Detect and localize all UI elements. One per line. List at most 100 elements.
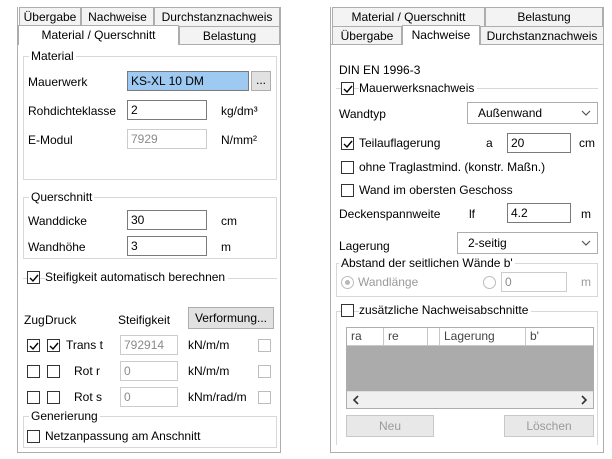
rots-value: 0: [120, 387, 178, 407]
tab-uebergabe[interactable]: Übergabe: [19, 7, 81, 26]
tab-durchstanznachweis[interactable]: Durchstanznachweis: [154, 7, 280, 26]
neu-button[interactable]: Neu: [346, 415, 434, 437]
checkmark-icon: [343, 85, 353, 94]
wandtyp-value: Außenwand: [478, 106, 543, 120]
checkmark-icon: [29, 342, 39, 351]
querschnitt-legend: Querschnitt: [29, 190, 95, 204]
wanddicke-input[interactable]: 30: [127, 210, 207, 230]
grid-header: ra re Lagerung b': [347, 328, 593, 346]
chevron-left-icon[interactable]: [351, 395, 361, 405]
teilauflagerung-checkbox[interactable]: [341, 137, 354, 150]
chevron-right-icon[interactable]: [579, 395, 589, 405]
rohdichte-unit: kg/dm³: [221, 104, 258, 118]
tab-nachweise[interactable]: Nachweise: [81, 7, 154, 26]
tab-material-querschnitt[interactable]: Material / Querschnitt: [18, 25, 179, 45]
emodul-label: E-Modul: [28, 133, 73, 147]
mauerwerksnachweis-checkbox[interactable]: [341, 82, 354, 95]
chevron-down-icon: [581, 110, 591, 116]
grid-header-ra[interactable]: ra: [347, 328, 384, 346]
wandtyp-dropdown[interactable]: Außenwand: [467, 102, 598, 124]
nachweisabschnitte-grid[interactable]: ra re Lagerung b': [346, 327, 594, 409]
grid-header-b[interactable]: b': [526, 328, 593, 346]
tab-baseline: [331, 44, 402, 45]
grid-header-re[interactable]: re: [384, 328, 428, 346]
rotr-label: Rot r: [74, 364, 101, 378]
tab-label: Übergabe: [23, 10, 77, 24]
tab-label: Durchstanznachweis: [161, 10, 273, 24]
header-steifigkeit: Steifigkeit: [118, 313, 171, 327]
grid-header-lagerung[interactable]: Lagerung: [440, 328, 526, 346]
right-dialog-panel: Material / Querschnitt Belastung Übergab…: [330, 7, 604, 453]
oberstes-geschoss-checkbox[interactable]: [341, 184, 354, 197]
deckenspannweite-label: Deckenspannweite: [339, 207, 441, 221]
netzanpassung-label: Netzanpassung am Anschnitt: [45, 429, 201, 443]
a-label: a: [486, 136, 493, 150]
a-input[interactable]: 20: [507, 133, 571, 153]
lagerung-value: 2-seitig: [468, 236, 507, 250]
tab-nachweise[interactable]: Nachweise: [402, 25, 480, 45]
zug-trans-checkbox[interactable]: [27, 339, 40, 352]
druck-rots-checkbox[interactable]: [47, 391, 60, 404]
rotr-unit: kN/m/m: [188, 364, 230, 378]
verformung-button[interactable]: Verformung...: [188, 307, 274, 329]
rohdichte-input[interactable]: 2: [127, 100, 207, 120]
mauerwerksnachweis-label: Mauerwerksnachweis: [359, 81, 478, 95]
wandtyp-label: Wandtyp: [339, 107, 386, 121]
trans-extra-checkbox[interactable]: [258, 339, 271, 352]
deckenspannweite-input[interactable]: 4.2: [507, 203, 571, 223]
tab-baseline: [480, 44, 604, 45]
lagerung-dropdown[interactable]: 2-seitig: [457, 232, 598, 254]
trans-unit: kN/m/m: [188, 338, 230, 352]
mauerwerk-label: Mauerwerk: [28, 75, 88, 89]
zusaetzlich-label: zusätzliche Nachweisabschnitte: [359, 303, 532, 317]
druck-trans-checkbox[interactable]: [47, 339, 60, 352]
emodul-unit: N/mm²: [221, 133, 257, 147]
zusaetzlich-checkbox[interactable]: [341, 304, 354, 317]
wandhoehe-input[interactable]: 3: [127, 236, 207, 256]
rohdichte-label: Rohdichteklasse: [28, 104, 117, 118]
rots-unit: kNm/rad/m: [188, 390, 247, 404]
header-druck: Druck: [45, 313, 77, 327]
zug-rots-checkbox[interactable]: [27, 391, 40, 404]
mauerwerk-browse-button[interactable]: ...: [251, 71, 271, 91]
tab-label: Belastung: [202, 29, 257, 43]
lf-label: lf: [469, 207, 475, 221]
tab-label: Nachweise: [411, 28, 471, 42]
tab-belastung[interactable]: Belastung: [485, 7, 603, 26]
tab-belastung[interactable]: Belastung: [179, 26, 280, 45]
wandhoehe-unit: m: [221, 240, 231, 254]
rots-extra-checkbox[interactable]: [258, 391, 271, 404]
teilauflagerung-label: Teilauflagerung: [359, 136, 441, 150]
tab-material-querschnitt[interactable]: Material / Querschnitt: [332, 7, 485, 26]
radio-dot: [345, 280, 350, 285]
netzanpassung-checkbox[interactable]: [27, 430, 40, 443]
rotr-value: 0: [120, 361, 178, 381]
abstand-value-radio[interactable]: [483, 276, 496, 289]
chevron-down-icon: [581, 240, 591, 246]
ohne-traglastmind-checkbox[interactable]: [341, 161, 354, 174]
tab-label: Übergabe: [340, 29, 394, 43]
tab-label: Material / Querschnitt: [41, 28, 156, 42]
grid-header-spacer: [428, 328, 440, 346]
emodul-input: 7929: [127, 129, 207, 149]
tab-uebergabe[interactable]: Übergabe: [332, 26, 402, 45]
tab-label: Nachweise: [88, 10, 147, 24]
steifigkeit-auto-checkbox[interactable]: [27, 271, 40, 284]
grid-horizontal-scrollbar[interactable]: [347, 391, 593, 408]
tab-label: Belastung: [517, 10, 571, 24]
deckenspannweite-unit: m: [581, 207, 591, 221]
rotr-extra-checkbox[interactable]: [258, 365, 271, 378]
druck-rotr-checkbox[interactable]: [47, 365, 60, 378]
tab-baseline: [179, 44, 281, 45]
generierung-legend: Generierung: [29, 409, 100, 423]
mauerwerk-input[interactable]: KS-XL 10 DM: [127, 71, 249, 91]
material-legend: Material: [29, 49, 76, 63]
wandhoehe-label: Wandhöhe: [28, 240, 86, 254]
wandlaenge-radio[interactable]: [341, 276, 354, 289]
rots-label: Rot s: [74, 390, 103, 404]
checkmark-icon: [29, 274, 39, 283]
tab-durchstanznachweis[interactable]: Durchstanznachweis: [480, 26, 604, 45]
zug-rotr-checkbox[interactable]: [27, 365, 40, 378]
wandlaenge-label: Wandlänge: [358, 275, 419, 289]
loeschen-button[interactable]: Löschen: [504, 415, 594, 437]
